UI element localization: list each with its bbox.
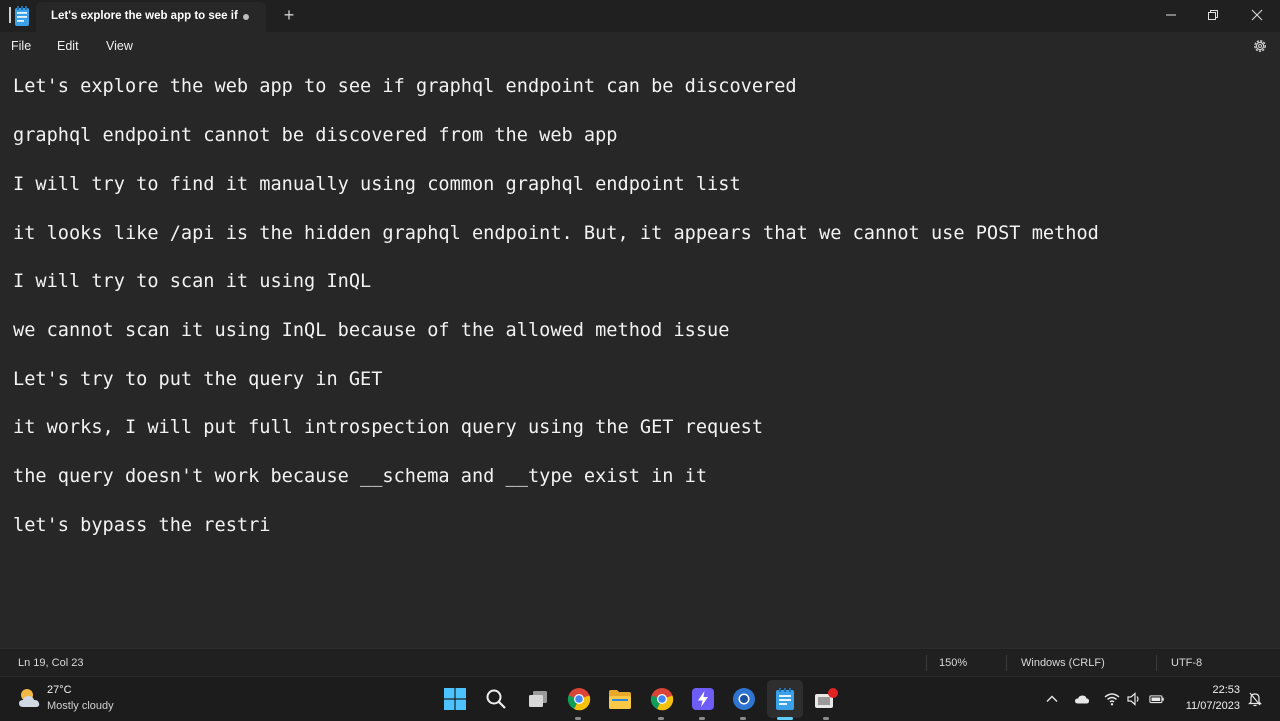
status-divider bbox=[926, 655, 927, 671]
editor-line-5[interactable]: I will try to scan it using InQL bbox=[13, 271, 371, 292]
wifi-icon[interactable] bbox=[1104, 691, 1120, 707]
menu-file[interactable]: File bbox=[11, 39, 31, 53]
editor-line-6[interactable]: we cannot scan it using InQL because of … bbox=[13, 320, 729, 341]
encoding[interactable]: UTF-8 bbox=[1171, 657, 1202, 669]
editor-line-7[interactable]: Let's try to put the query in GET bbox=[13, 369, 382, 390]
file-explorer-button[interactable] bbox=[606, 685, 634, 713]
cursor-position: Ln 19, Col 23 bbox=[18, 657, 84, 669]
status-bar: Ln 19, Col 23 150% Windows (CRLF) UTF-8 bbox=[0, 648, 1280, 677]
taskbar: 27°C Mostly cloudy 22:53 11/07/2023 bbox=[0, 676, 1280, 721]
chromium-button[interactable] bbox=[730, 685, 758, 713]
restore-button[interactable] bbox=[1192, 0, 1234, 30]
editor-line-3[interactable]: I will try to find it manually using com… bbox=[13, 174, 741, 195]
search-button[interactable] bbox=[482, 685, 510, 713]
onedrive-cloud-icon[interactable] bbox=[1074, 691, 1090, 707]
settings-gear-icon[interactable] bbox=[1251, 37, 1269, 55]
minimize-icon bbox=[1166, 14, 1176, 16]
restore-icon bbox=[1208, 10, 1218, 20]
new-tab-button[interactable]: + bbox=[279, 2, 299, 28]
text-editor[interactable]: Let's explore the web app to see if grap… bbox=[0, 62, 1280, 648]
chevron-up-icon[interactable] bbox=[1044, 691, 1060, 707]
tab-document[interactable]: Let's explore the web app to see if bbox=[36, 2, 266, 32]
snipping-tool-icon bbox=[815, 688, 838, 708]
notifications-bell-icon[interactable] bbox=[1247, 691, 1263, 707]
editor-line-8[interactable]: it works, I will put full introspection … bbox=[13, 417, 763, 438]
tab-title: Let's explore the web app to see if bbox=[51, 10, 238, 22]
clock-time[interactable]: 22:53 bbox=[1212, 684, 1240, 696]
task-view-icon bbox=[529, 691, 547, 707]
volume-icon[interactable] bbox=[1126, 691, 1142, 707]
notepad-icon bbox=[776, 688, 794, 710]
cloudy-weather-icon[interactable] bbox=[16, 686, 44, 712]
snipping-tool-button[interactable] bbox=[812, 685, 840, 713]
status-divider bbox=[1006, 655, 1007, 671]
editor-line-4[interactable]: it looks like /api is the hidden graphql… bbox=[13, 223, 1099, 244]
search-icon bbox=[486, 689, 506, 709]
windows-logo-icon bbox=[444, 688, 466, 710]
clock-date[interactable]: 11/07/2023 bbox=[1186, 700, 1240, 712]
editor-line-10[interactable]: let's bypass the restri bbox=[13, 515, 270, 536]
lightning-app-button[interactable] bbox=[689, 685, 717, 713]
menu-bar: File Edit View bbox=[0, 32, 1280, 62]
title-bar: Let's explore the web app to see if + bbox=[0, 0, 1280, 32]
chrome-icon bbox=[650, 688, 674, 711]
notepad-app-icon bbox=[9, 6, 29, 26]
editor-line-2[interactable]: graphql endpoint cannot be discovered fr… bbox=[13, 125, 618, 146]
chromium-icon bbox=[733, 688, 755, 710]
notepad-button[interactable] bbox=[771, 685, 799, 713]
lightning-icon bbox=[692, 688, 714, 710]
zoom-level[interactable]: 150% bbox=[939, 657, 967, 669]
unsaved-dot-icon[interactable] bbox=[243, 14, 249, 20]
minimize-button[interactable] bbox=[1150, 0, 1192, 30]
editor-line-1[interactable]: Let's explore the web app to see if grap… bbox=[13, 76, 797, 97]
folder-icon bbox=[609, 690, 631, 709]
close-icon bbox=[1251, 9, 1263, 21]
editor-line-9[interactable]: the query doesn't work because __schema … bbox=[13, 466, 707, 487]
start-button[interactable] bbox=[441, 685, 469, 713]
menu-edit[interactable]: Edit bbox=[57, 39, 79, 53]
menu-view[interactable]: View bbox=[106, 39, 133, 53]
battery-icon[interactable] bbox=[1149, 691, 1165, 707]
chrome-button[interactable] bbox=[565, 685, 593, 713]
close-button[interactable] bbox=[1236, 0, 1278, 30]
chrome-icon bbox=[567, 688, 591, 711]
weather-description[interactable]: Mostly cloudy bbox=[47, 700, 114, 712]
status-divider bbox=[1156, 655, 1157, 671]
chrome-profile-button[interactable] bbox=[648, 685, 676, 713]
weather-temperature[interactable]: 27°C bbox=[47, 684, 72, 696]
line-endings[interactable]: Windows (CRLF) bbox=[1021, 657, 1105, 669]
task-view-button[interactable] bbox=[524, 685, 552, 713]
